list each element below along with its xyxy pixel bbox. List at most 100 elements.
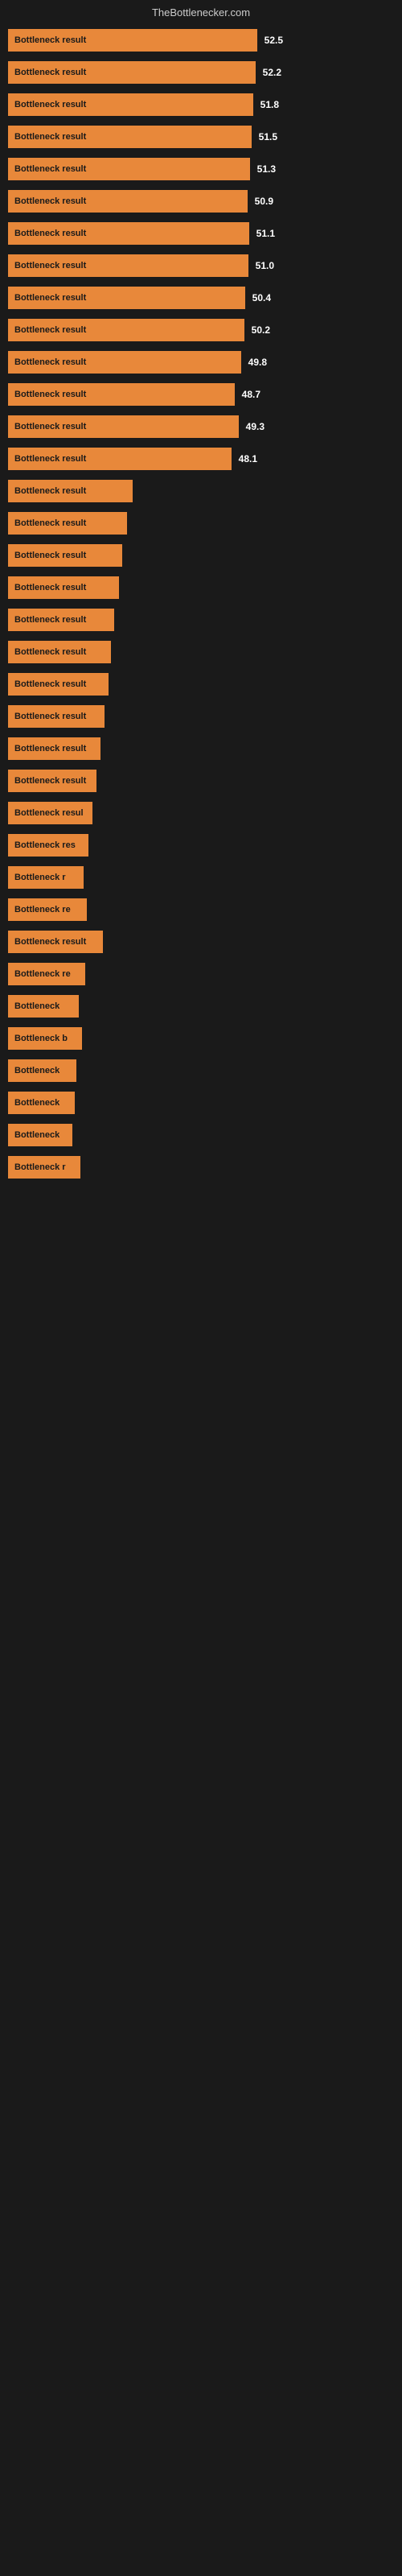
bar-fill: Bottleneck result bbox=[8, 609, 114, 631]
bar-row: Bottleneck result51.8 bbox=[0, 91, 402, 118]
bar-row: Bottleneck result 51.0 bbox=[0, 252, 402, 279]
bar-row: Bottleneck bbox=[0, 1121, 402, 1149]
bar-label: Bottleneck re bbox=[11, 905, 74, 914]
bar-label: Bottleneck result bbox=[11, 712, 89, 721]
bar-fill: Bottleneck result52.5 bbox=[8, 29, 257, 52]
bar-row: Bottleneck result 50.4 bbox=[0, 284, 402, 312]
bar-row: Bottleneck result 52.5 bbox=[0, 27, 402, 54]
bar-fill: Bottleneck bbox=[8, 1092, 75, 1114]
bars-list: Bottleneck result 52.5 Bottleneck result 52… bbox=[0, 22, 402, 1181]
bar-label: Bottleneck result bbox=[11, 615, 89, 625]
bar-label: Bottleneck result bbox=[11, 679, 89, 689]
bar-value: 48.1 bbox=[239, 453, 257, 464]
bar-label: Bottleneck result bbox=[11, 132, 89, 142]
bar-row: Bottleneck result 48.1 bbox=[0, 445, 402, 473]
bar-fill: Bottleneck result50.4 bbox=[8, 287, 245, 309]
bar-fill: Bottleneck result51.8 bbox=[8, 93, 253, 116]
bar-row: Bottleneck result bbox=[0, 735, 402, 762]
bar-value: 52.2 bbox=[263, 67, 281, 78]
bar-label: Bottleneck result bbox=[11, 551, 89, 560]
bar-row: Bottleneck b bbox=[0, 1025, 402, 1052]
bar-fill: Bottleneck result bbox=[8, 641, 111, 663]
bar-label: Bottleneck result bbox=[11, 164, 89, 174]
bar-value: 48.7 bbox=[242, 389, 260, 400]
bar-row: Bottleneck r bbox=[0, 864, 402, 891]
bar-fill: Bottleneck re bbox=[8, 898, 87, 921]
bar-row: Bottleneck result 51.3 bbox=[0, 155, 402, 183]
bar-label: Bottleneck result bbox=[11, 390, 89, 399]
bar-row: Bottleneck result bbox=[0, 477, 402, 505]
bar-value: 52.5 bbox=[265, 35, 283, 46]
bar-label: Bottleneck res bbox=[11, 840, 79, 850]
bar-fill: Bottleneck bbox=[8, 1124, 72, 1146]
bar-label: Bottleneck resul bbox=[11, 808, 87, 818]
bar-value: 51.1 bbox=[256, 228, 275, 239]
bar-fill: Bottleneck result51.5 bbox=[8, 126, 252, 148]
bar-row: Bottleneck result bbox=[0, 606, 402, 634]
bar-value: 51.8 bbox=[260, 99, 279, 110]
bar-row: Bottleneck result bbox=[0, 574, 402, 601]
bar-fill: Bottleneck result bbox=[8, 931, 103, 953]
bar-row: Bottleneck result bbox=[0, 638, 402, 666]
bar-label: Bottleneck result bbox=[11, 647, 89, 657]
bar-row: Bottleneck result 52.2 bbox=[0, 59, 402, 86]
bar-label: Bottleneck result bbox=[11, 937, 89, 947]
bar-fill: Bottleneck result48.7 bbox=[8, 383, 235, 406]
bar-label: Bottleneck result bbox=[11, 325, 89, 335]
bar-label: Bottleneck bbox=[11, 1066, 63, 1075]
bar-row: Bottleneck result49.8 bbox=[0, 349, 402, 376]
bar-row: Bottleneck bbox=[0, 1057, 402, 1084]
bar-label: Bottleneck result bbox=[11, 229, 89, 238]
bar-row: Bottleneck result bbox=[0, 703, 402, 730]
bar-row: Bottleneck re bbox=[0, 896, 402, 923]
bar-fill: Bottleneck resul bbox=[8, 802, 92, 824]
bar-label: Bottleneck b bbox=[11, 1034, 71, 1043]
bar-row: Bottleneck result 48.7 bbox=[0, 381, 402, 408]
bar-label: Bottleneck result bbox=[11, 196, 89, 206]
bar-label: Bottleneck result bbox=[11, 454, 89, 464]
bar-fill: Bottleneck r bbox=[8, 866, 84, 889]
bar-fill: Bottleneck res bbox=[8, 834, 88, 857]
bar-fill: Bottleneck b bbox=[8, 1027, 82, 1050]
bar-fill: Bottleneck result51.3 bbox=[8, 158, 250, 180]
bar-fill: Bottleneck result bbox=[8, 512, 127, 535]
bar-label: Bottleneck result bbox=[11, 35, 89, 45]
bar-row: Bottleneck result49.3 bbox=[0, 413, 402, 440]
bar-label: Bottleneck r bbox=[11, 873, 69, 882]
bar-label: Bottleneck r bbox=[11, 1162, 69, 1172]
bar-row: Bottleneck result bbox=[0, 767, 402, 795]
header: TheBottlenecker.com bbox=[0, 0, 402, 22]
bar-row: Bottleneck resul bbox=[0, 799, 402, 827]
bar-label: Bottleneck bbox=[11, 1130, 63, 1140]
bar-row: Bottleneck result 50.9 bbox=[0, 188, 402, 215]
bar-fill: Bottleneck result bbox=[8, 737, 100, 760]
bar-fill: Bottleneck result52.2 bbox=[8, 61, 256, 84]
bar-row: Bottleneck r bbox=[0, 1154, 402, 1181]
bar-row: Bottleneck result 51.5 bbox=[0, 123, 402, 151]
bar-fill: Bottleneck result bbox=[8, 576, 119, 599]
bar-value: 51.3 bbox=[257, 163, 276, 175]
bar-fill: Bottleneck result bbox=[8, 770, 96, 792]
bar-row: Bottleneck res bbox=[0, 832, 402, 859]
bar-label: Bottleneck result bbox=[11, 68, 89, 77]
bar-value: 51.5 bbox=[259, 131, 277, 142]
bar-label: Bottleneck result bbox=[11, 261, 89, 270]
bar-value: 50.4 bbox=[252, 292, 271, 303]
bar-row: Bottleneck result bbox=[0, 928, 402, 956]
bar-fill: Bottleneck result50.2 bbox=[8, 319, 244, 341]
bar-fill: Bottleneck result49.3 bbox=[8, 415, 239, 438]
bar-label: Bottleneck bbox=[11, 1001, 63, 1011]
bar-fill: Bottleneck result bbox=[8, 544, 122, 567]
bar-row: Bottleneck result bbox=[0, 671, 402, 698]
bar-label: Bottleneck result bbox=[11, 293, 89, 303]
bar-fill: Bottleneck result50.9 bbox=[8, 190, 248, 213]
bar-value: 49.3 bbox=[246, 421, 265, 432]
bar-row: Bottleneck re bbox=[0, 960, 402, 988]
bar-value: 51.0 bbox=[256, 260, 274, 271]
bar-label: Bottleneck result bbox=[11, 776, 89, 786]
bar-row: Bottleneck result 51.1 bbox=[0, 220, 402, 247]
bar-fill: Bottleneck re bbox=[8, 963, 85, 985]
bar-value: 50.9 bbox=[255, 196, 273, 207]
bar-row: Bottleneck bbox=[0, 1089, 402, 1117]
bar-label: Bottleneck result bbox=[11, 583, 89, 592]
